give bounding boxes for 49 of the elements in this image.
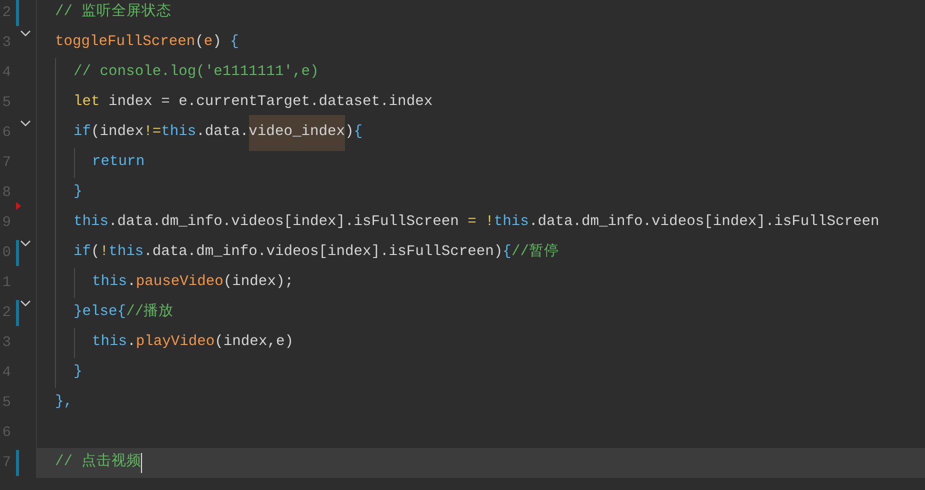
code-token: if bbox=[74, 123, 92, 142]
code-token: { bbox=[230, 33, 239, 52]
code-token: if bbox=[74, 243, 92, 262]
code-token: ! bbox=[100, 243, 109, 262]
code-token: this bbox=[74, 213, 109, 232]
fold-chevron-icon[interactable] bbox=[20, 120, 31, 127]
code-token: { bbox=[502, 243, 512, 262]
code-token: pauseVideo bbox=[136, 273, 224, 292]
code-token: this bbox=[92, 273, 128, 292]
code-comment: // 点击视频 bbox=[55, 452, 142, 472]
code-token: ) bbox=[212, 33, 222, 52]
code-token: this bbox=[494, 213, 529, 232]
code-token: } bbox=[74, 363, 82, 382]
code-token: } bbox=[74, 183, 82, 202]
code-token: ) bbox=[345, 123, 354, 142]
code-token: return bbox=[92, 153, 145, 172]
code-token: (index); bbox=[223, 273, 294, 292]
code-comment: //播放 bbox=[126, 302, 174, 322]
code-token: e bbox=[204, 33, 213, 52]
code-comment: // 监听全屏状态 bbox=[55, 2, 172, 22]
code-token: ( bbox=[91, 243, 100, 262]
fold-chevron-icon[interactable] bbox=[20, 240, 31, 247]
code-token: toggleFullScreen bbox=[55, 33, 196, 52]
code-token: }, bbox=[55, 393, 73, 412]
fold-chevron-icon[interactable] bbox=[20, 30, 31, 37]
code-token: .data.dm_info.videos[index].isFullScreen) bbox=[144, 243, 503, 262]
code-token: }else{ bbox=[74, 303, 126, 322]
code-token: .data.dm_info.videos[index].isFullScreen bbox=[528, 213, 880, 232]
code-token: .data. bbox=[196, 123, 249, 142]
code-token: video_index bbox=[248, 115, 346, 151]
code-token: (index,e) bbox=[214, 333, 294, 352]
code-token: let bbox=[74, 93, 100, 112]
code-token: playVideo bbox=[136, 333, 215, 352]
code-token: { bbox=[354, 123, 363, 142]
code-token: this bbox=[108, 243, 144, 262]
code-token: .data.dm_info.videos[index].isFullScreen bbox=[108, 213, 460, 232]
text-cursor bbox=[141, 453, 142, 473]
code-comment: // console.log('e1111111',e) bbox=[74, 63, 319, 82]
code-token: = ! bbox=[468, 213, 494, 232]
code-token: this bbox=[161, 123, 196, 142]
code-token: ( bbox=[195, 33, 204, 52]
code-comment: //暂停 bbox=[511, 242, 559, 262]
fold-chevron-icon[interactable] bbox=[20, 300, 31, 307]
code-token: (index bbox=[91, 123, 144, 142]
code-token: . bbox=[127, 273, 136, 292]
code-token: index = e.currentTarget.dataset.index bbox=[108, 93, 433, 112]
code-token: this bbox=[92, 333, 128, 352]
code-token: . bbox=[127, 333, 136, 352]
code-token: != bbox=[144, 123, 162, 142]
